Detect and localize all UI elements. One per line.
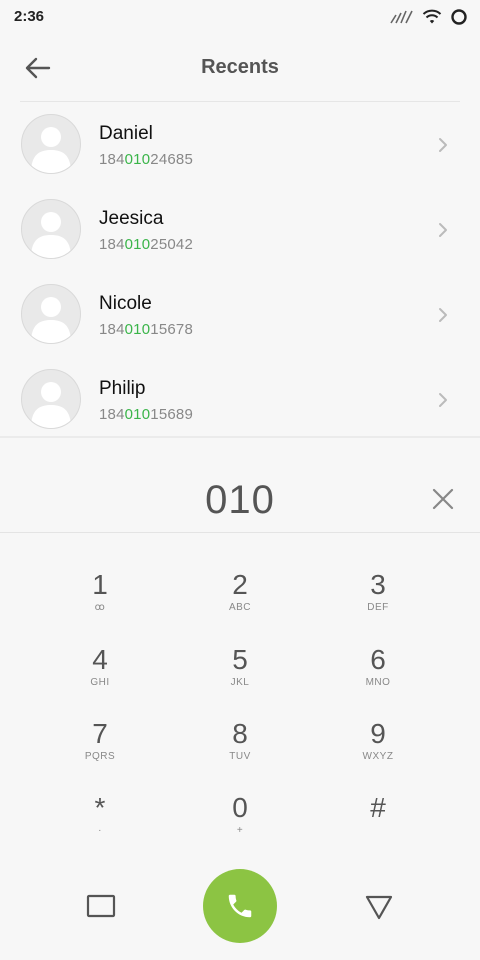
battery-ring-icon [451,9,467,25]
contact-row[interactable]: Philip 18401015689 [0,357,480,436]
signal-icon [390,10,413,24]
close-icon[interactable] [430,486,456,512]
person-placeholder-icon [31,382,71,428]
dial-display: 010 [0,438,480,532]
status-time: 2:36 [14,8,45,25]
chevron-right-icon [439,223,447,237]
phone-icon [228,894,252,918]
key-9[interactable]: 9 WXYZ [318,682,438,762]
avatar [21,114,81,174]
person-placeholder-icon [31,297,71,343]
chevron-right-icon [439,393,447,407]
key-hash[interactable]: # [318,756,438,828]
key-8[interactable]: 8 TUV [180,682,300,762]
avatar [21,369,81,429]
key-5[interactable]: 5 JKL [180,608,300,688]
contact-row[interactable]: Daniel 18401024685 [0,102,480,187]
wifi-icon [422,9,442,24]
key-7[interactable]: 7 PQRS [40,682,160,762]
contact-row[interactable]: Jeesica 18401025042 [0,187,480,272]
key-0[interactable]: 0 + [180,756,300,836]
status-bar: 2:36 [0,0,480,34]
contact-name: Nicole [99,293,152,314]
contact-number: 18401015678 [99,321,193,338]
person-placeholder-icon [31,127,71,173]
contact-name: Jeesica [99,208,164,229]
contact-number: 18401024685 [99,151,193,168]
key-star[interactable]: * · [40,756,160,836]
key-6[interactable]: 6 MNO [318,608,438,688]
call-button[interactable] [203,869,277,943]
square-icon[interactable] [86,893,116,919]
page-title: Recents [201,56,279,78]
chevron-right-icon [439,308,447,322]
header: Recents [0,34,480,102]
contact-number: 18401025042 [99,236,193,253]
bottom-bar [0,863,480,960]
keypad: 1 ꝏ 2 ABC 3 DEF 4 GHI 5 JKL 6 MNO 7 PQRS… [0,533,480,863]
avatar [21,199,81,259]
key-1[interactable]: 1 ꝏ [40,533,160,613]
contact-name: Daniel [99,123,153,144]
contact-name: Philip [99,378,146,399]
key-4[interactable]: 4 GHI [40,608,160,688]
person-placeholder-icon [31,212,71,258]
status-icons [390,7,468,27]
contact-row[interactable]: Nicole 18401015678 [0,272,480,357]
chevron-right-icon [439,138,447,152]
contacts-list: Daniel 18401024685 Jeesica 18401025042 N… [0,102,480,436]
avatar [21,284,81,344]
triangle-down-icon[interactable] [364,893,394,921]
contact-number: 18401015689 [99,406,193,423]
key-2[interactable]: 2 ABC [180,533,300,613]
key-3[interactable]: 3 DEF [318,533,438,613]
dialed-number[interactable]: 010 [0,478,480,523]
